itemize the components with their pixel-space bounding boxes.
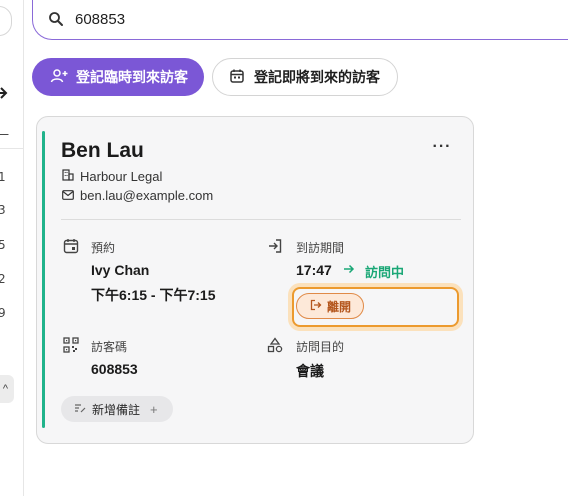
left-rail: ㄧ 1 3 5 2 9 ^ <box>0 0 24 496</box>
search-icon <box>48 11 64 27</box>
rail-item-partial[interactable]: 1 <box>0 170 6 184</box>
shapes-icon <box>267 337 285 355</box>
company-name: Harbour Legal <box>80 169 163 184</box>
building-icon <box>62 169 74 184</box>
rail-divider <box>0 148 24 149</box>
search-bar[interactable] <box>32 0 568 40</box>
rail-chip[interactable]: ^ <box>0 375 14 403</box>
appointment-label: 預約 <box>91 241 116 255</box>
register-walk-in-label: 登記臨時到來訪客 <box>76 69 188 85</box>
add-note-button[interactable]: 新增備註 + <box>61 396 173 422</box>
leave-label: 離開 <box>327 299 352 314</box>
visitor-email: ben.lau@example.com <box>80 188 214 203</box>
register-upcoming-visitor-button[interactable]: 登記即將到來的訪客 <box>212 58 398 96</box>
rail-item-partial[interactable]: 3 <box>0 203 6 217</box>
visit-period-label: 到訪期間 <box>296 241 345 255</box>
leave-button[interactable]: 離開 <box>296 293 364 319</box>
appointment-host: Ivy Chan <box>91 262 150 278</box>
register-walk-in-visitor-button[interactable]: 登記臨時到來訪客 <box>32 58 204 96</box>
calendar-event-icon <box>63 238 81 256</box>
qr-code-icon <box>63 337 81 355</box>
check-in-time: 17:47 <box>296 262 332 278</box>
card-divider <box>61 219 461 220</box>
visitor-code-label: 訪客碼 <box>91 340 128 354</box>
plus-icon: + <box>150 401 158 417</box>
more-options-button[interactable]: ··· <box>431 139 453 157</box>
rail-item-partial[interactable]: ㄧ <box>0 126 10 143</box>
rail-item-partial[interactable]: 2 <box>0 272 6 286</box>
search-input[interactable] <box>75 8 495 30</box>
email-row: ben.lau@example.com <box>62 188 213 203</box>
logout-icon <box>310 299 322 314</box>
mail-icon <box>62 188 74 203</box>
visit-status-badge: 訪問中 <box>365 265 405 280</box>
login-icon <box>267 238 285 256</box>
arrow-right-icon <box>343 263 355 278</box>
rail-item-partial[interactable]: 5 <box>0 238 6 252</box>
rail-item-partial[interactable]: 9 <box>0 306 6 320</box>
calendar-icon <box>229 68 245 87</box>
card-status-accent <box>42 131 45 428</box>
visitor-code-value: 608853 <box>91 361 138 377</box>
add-note-label: 新增備註 <box>92 402 141 417</box>
rail-expand-arrow-icon[interactable] <box>0 86 8 102</box>
company-row: Harbour Legal <box>62 169 162 184</box>
add-person-icon <box>50 68 68 87</box>
visitor-card: Ben Lau ··· Harbour Legal ben.lau@exampl… <box>36 116 474 444</box>
note-edit-icon <box>74 402 86 416</box>
register-upcoming-label: 登記即將到來的訪客 <box>254 69 380 85</box>
appointment-time: 下午6:15 - 下午7:15 <box>91 287 216 303</box>
visit-purpose-label: 訪問目的 <box>296 340 345 354</box>
visitor-name: Ben Lau <box>61 139 144 162</box>
rail-collapse-button[interactable] <box>0 6 12 36</box>
visit-purpose-value: 會議 <box>296 363 324 379</box>
